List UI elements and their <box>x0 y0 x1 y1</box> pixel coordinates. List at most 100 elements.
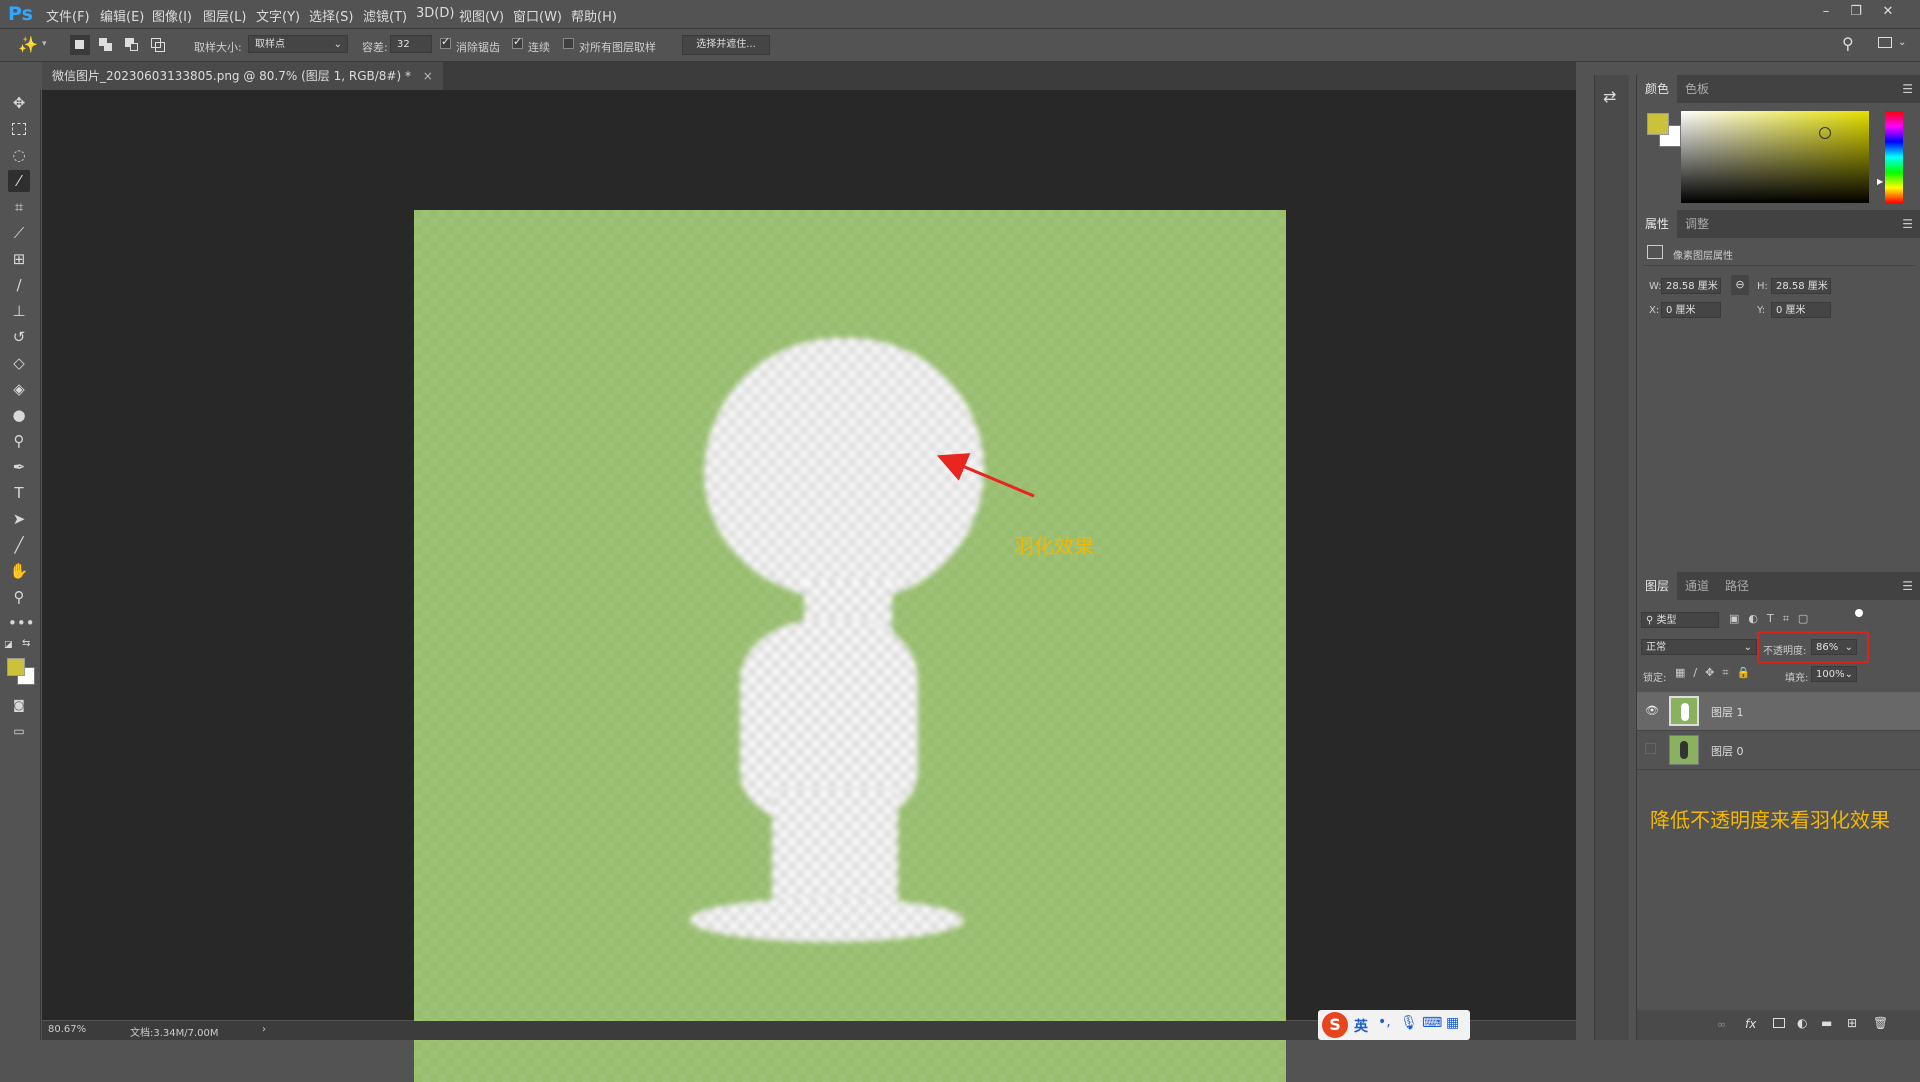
fx-icon[interactable]: fx <box>1745 1017 1756 1031</box>
eye-visibility-icon[interactable]: 👁 <box>1645 704 1659 717</box>
microphone-icon[interactable]: 🎙 <box>1400 1015 1418 1031</box>
search-icon[interactable]: ⚲ <box>1842 34 1854 53</box>
menu-view[interactable]: 视图(V) <box>459 6 504 25</box>
history-panel-icon[interactable]: ⇄ <box>1603 87 1616 106</box>
tab-paths[interactable]: 路径 <box>1717 572 1757 600</box>
quick-mask-icon[interactable]: ◙ <box>8 694 30 716</box>
history-brush-icon[interactable]: ↺ <box>8 326 30 348</box>
zoom-icon[interactable]: ⚲ <box>8 586 30 608</box>
new-layer-icon[interactable]: ⊞ <box>1847 1016 1857 1030</box>
lasso-icon[interactable]: ◌ <box>8 144 30 166</box>
link-dimensions-icon[interactable]: ⊖ <box>1731 275 1749 295</box>
move-icon[interactable]: ✥ <box>8 92 30 114</box>
screen-mode-icon[interactable]: ▭ <box>8 720 30 742</box>
dodge-icon[interactable]: ⚲ <box>8 430 30 452</box>
canvas-area[interactable] <box>42 90 1576 1082</box>
magic-wand-icon[interactable]: ⁄ <box>8 170 30 192</box>
path-select-icon[interactable]: ➤ <box>8 508 30 530</box>
type-icon[interactable]: T <box>8 482 30 504</box>
document-tab[interactable]: 微信图片_20230603133805.png @ 80.7% (图层 1, R… <box>42 62 443 90</box>
toolbox-icon[interactable]: ▦ <box>1446 1015 1459 1031</box>
eyedropper-icon[interactable]: ⟋ <box>8 222 30 244</box>
line-icon[interactable]: ╱ <box>8 534 30 556</box>
menu-help[interactable]: 帮助(H) <box>571 6 617 25</box>
group-icon[interactable]: ▬ <box>1821 1016 1832 1030</box>
menu-image[interactable]: 图像(I) <box>152 6 192 25</box>
punctuation-icon[interactable]: •, <box>1378 1014 1391 1030</box>
healing-icon[interactable]: ⊞ <box>8 248 30 270</box>
menu-filter[interactable]: 滤镜(T) <box>363 6 407 25</box>
layer-row-1[interactable]: 👁 图层 1 <box>1637 692 1920 731</box>
sogou-logo[interactable]: S <box>1322 1012 1348 1038</box>
blend-mode-select[interactable]: 正常 ⌄ <box>1641 639 1757 655</box>
hand-icon[interactable]: ✋ <box>8 560 30 582</box>
menu-type[interactable]: 文字(Y) <box>256 6 300 25</box>
menu-file[interactable]: 文件(F) <box>46 6 90 25</box>
menu-layer[interactable]: 图层(L) <box>203 6 246 25</box>
blur-icon[interactable]: ● <box>8 404 30 426</box>
menu-select[interactable]: 选择(S) <box>309 6 353 25</box>
paint-bucket-icon[interactable]: ◈ <box>8 378 30 400</box>
subtract-selection-icon[interactable] <box>122 35 142 55</box>
visibility-off-box[interactable] <box>1645 743 1656 754</box>
new-selection-icon[interactable] <box>70 35 90 55</box>
pen-icon[interactable]: ✒ <box>8 456 30 478</box>
layer-row-0[interactable]: 图层 0 <box>1637 731 1920 770</box>
zoom-level[interactable]: 80.67% <box>48 1024 86 1035</box>
select-and-mask-button[interactable]: 选择并遮住... <box>682 35 770 55</box>
mask-icon[interactable] <box>1773 1018 1785 1028</box>
width-input[interactable]: 28.58 厘米 <box>1661 278 1721 294</box>
workspace-icon[interactable] <box>1878 37 1892 48</box>
workspace-dropdown-icon[interactable]: ⌄ <box>1898 37 1906 48</box>
y-input[interactable]: 0 厘米 <box>1771 302 1831 318</box>
layer-name[interactable]: 图层 0 <box>1711 743 1744 759</box>
antialias-checkbox[interactable] <box>440 35 451 49</box>
sample-size-select[interactable]: 取样点 ⌄ <box>248 35 348 53</box>
filter-toggle-icon[interactable] <box>1855 609 1863 617</box>
tolerance-input[interactable]: 32 <box>390 35 432 53</box>
magic-wand-preset-icon[interactable]: ✨ <box>18 35 38 54</box>
stamp-icon[interactable]: ⊥ <box>8 300 30 322</box>
marquee-icon[interactable] <box>8 118 30 140</box>
crop-icon[interactable]: ⌗ <box>8 196 30 218</box>
hue-slider[interactable] <box>1885 111 1903 203</box>
adjustment-icon[interactable]: ◐ <box>1797 1016 1807 1030</box>
layer-filter-icons[interactable]: ▣◐T⌗▢ <box>1729 612 1817 626</box>
layer-filter-select[interactable]: ⚲ 类型 <box>1641 612 1719 628</box>
close-tab-icon[interactable]: × <box>423 69 433 83</box>
layer-name[interactable]: 图层 1 <box>1711 704 1744 720</box>
minimize-icon[interactable]: – <box>1812 2 1840 22</box>
status-menu-arrow[interactable]: › <box>262 1024 266 1035</box>
color-field[interactable] <box>1681 111 1869 203</box>
tab-swatches[interactable]: 色板 <box>1677 75 1717 103</box>
tab-layers[interactable]: 图层 <box>1637 572 1678 600</box>
hue-slider-handle[interactable]: ▶ <box>1877 177 1883 186</box>
layers-menu-icon[interactable]: ☰ <box>1902 579 1913 593</box>
x-input[interactable]: 0 厘米 <box>1661 302 1721 318</box>
eraser-icon[interactable]: ◇ <box>8 352 30 374</box>
properties-menu-icon[interactable]: ☰ <box>1902 217 1913 231</box>
preset-dropdown-icon[interactable]: ▾ <box>42 39 47 49</box>
trash-icon[interactable]: 🗑 <box>1873 1016 1888 1030</box>
color-picker-cursor[interactable] <box>1819 127 1831 139</box>
link-icon[interactable]: ∞ <box>1717 1018 1726 1031</box>
close-window-icon[interactable]: ✕ <box>1874 2 1902 22</box>
height-input[interactable]: 28.58 厘米 <box>1771 278 1831 294</box>
menu-window[interactable]: 窗口(W) <box>513 6 562 25</box>
ime-lang[interactable]: 英 <box>1354 1016 1368 1036</box>
tab-channels[interactable]: 通道 <box>1677 572 1717 600</box>
tab-adjustments[interactable]: 调整 <box>1677 210 1717 238</box>
tab-properties[interactable]: 属性 <box>1637 210 1678 238</box>
tab-color[interactable]: 颜色 <box>1637 75 1678 103</box>
sample-all-layers-checkbox[interactable] <box>563 38 574 49</box>
foreground-color-swatch[interactable] <box>7 658 25 676</box>
contiguous-checkbox[interactable] <box>512 35 523 49</box>
default-colors-icon[interactable]: ◪ <box>4 640 13 650</box>
color-fg-swatch[interactable] <box>1647 113 1669 135</box>
intersect-selection-icon[interactable] <box>148 35 168 55</box>
swap-colors-icon[interactable]: ⇆ <box>22 638 30 649</box>
more-icon[interactable]: ••• <box>8 612 35 634</box>
add-selection-icon[interactable] <box>96 35 116 55</box>
lock-icons[interactable]: ▦∕✥⌗🔒 <box>1675 666 1758 680</box>
menu-3d[interactable]: 3D(D) <box>416 6 454 21</box>
